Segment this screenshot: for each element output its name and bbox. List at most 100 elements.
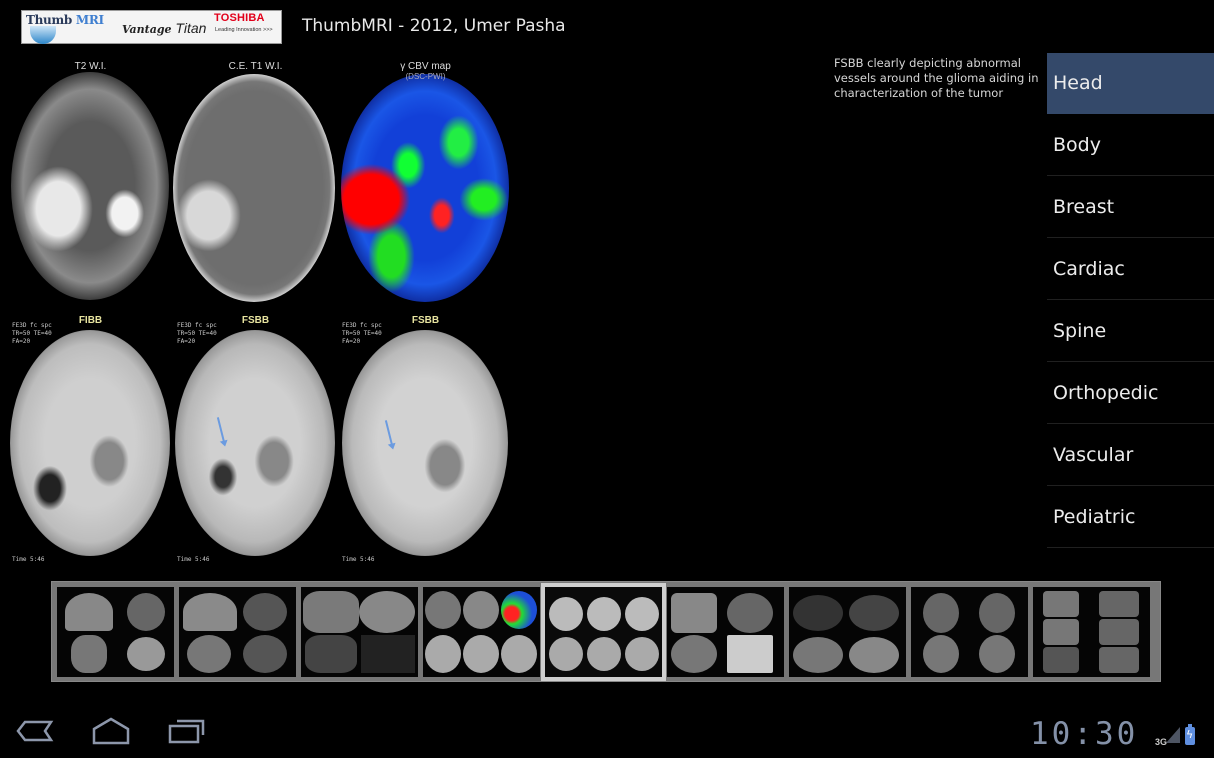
menu-item-spine[interactable]: Spine [1047,301,1214,362]
thumbnail[interactable] [179,586,296,677]
thumbnail-scan [923,634,959,673]
thumbnail-scan [65,592,113,631]
back-button[interactable] [16,719,54,747]
image-caption: FSBB clearly depicting abnormal vessels … [834,56,1039,100]
thumbnail-scan [793,594,843,631]
thumbnail-gallery[interactable] [51,581,1161,682]
thumbnail-scan [187,634,231,673]
thumbnail-scan [849,594,899,631]
brain-slice [10,330,170,556]
thumbnail-scan [127,592,165,631]
scan-parameters: FE3D fc spc TR=50 TE=40 FA=20 [177,322,217,345]
menu-item-pediatric[interactable]: Pediatric [1047,487,1214,548]
recent-apps-button[interactable] [168,718,206,748]
thumbnail-scan [549,636,583,671]
thumbnail-scan [979,592,1015,633]
thumbnail-scan [127,636,165,671]
scan-time: Time 5:46 [177,556,210,563]
clock[interactable]: 10:30 [1030,716,1138,752]
menu-item-head[interactable]: Head [1047,53,1214,114]
back-icon [16,720,54,742]
app-title: ThumbMRI - 2012, Umer Pasha [302,16,566,36]
brain-slice [173,74,335,302]
scan-parameters: FE3D fc spc TR=50 TE=40 FA=20 [342,322,382,345]
menu-item-cardiac[interactable]: Cardiac [1047,239,1214,300]
thumbnail-scan [359,590,415,633]
thumbnail[interactable] [911,586,1028,677]
battery-charging-icon [1185,724,1195,745]
menu-item-orthopedic[interactable]: Orthopedic [1047,363,1214,424]
scan-fsbb-2: FSBB FE3D fc spc TR=50 TE=40 FA=20 Time … [338,312,513,567]
menu-item-vascular[interactable]: Vascular [1047,425,1214,486]
thumbnail-scan [305,634,357,673]
scan-cbv-map: γ CBV map (DSC-PWI) [338,60,513,305]
thumbnail-scan [1099,590,1139,617]
signal-icon [1166,727,1180,743]
thumbnail[interactable] [1033,586,1150,677]
thumbnail-scan [425,634,461,673]
thumbnail-scan [625,636,659,671]
brain-slice [11,72,169,300]
perfusion-map [341,74,509,302]
thumbnail-scan [463,590,499,629]
thumbnail-scan [727,592,773,633]
scan-ce-t1-wi: C.E. T1 W.I. [173,60,338,305]
thumbnail-scan [1043,618,1079,645]
toshiba-logo: TOSHIBA [214,12,265,24]
thumbnail-scan [671,634,717,673]
logo-banner: Thumb MRI Vantage Titan TOSHIBA Leading … [21,10,282,44]
scan-label: C.E. T1 W.I. [228,61,283,72]
vantage-titan-logo: Vantage Titan [122,20,206,36]
thumbnail[interactable] [301,586,418,677]
thumbmri-logo-icon [30,26,56,44]
mri-image[interactable]: T2 W.I. C.E. T1 W.I. γ CBV map (DSC-PWI)… [8,60,513,570]
thumbnail[interactable] [57,586,174,677]
thumbnail-scan [303,590,359,633]
thumbnail-scan [463,634,499,673]
thumbnail-scan [243,634,287,673]
recent-apps-icon [168,719,205,744]
scan-time: Time 5:46 [12,556,45,563]
menu-item-body[interactable]: Body [1047,115,1214,176]
scan-sublabel: (DSC-PWI) [405,72,446,81]
thumbnail-scan [549,596,583,631]
thumbnail-scan [501,634,537,673]
home-button[interactable] [91,717,131,749]
scan-time: Time 5:46 [342,556,375,563]
scan-fibb: FIBB FE3D fc spc TR=50 TE=40 FA=20 Time … [8,312,173,567]
logo-mri-text: MRI [75,13,104,27]
thumbnail-scan [625,596,659,631]
thumbnail-scan [979,634,1015,673]
thumbnail-selected[interactable] [541,582,666,681]
toshiba-tagline: Leading Innovation >>> [215,27,273,33]
scan-label: γ CBV map [400,61,451,72]
logo-vantage-text: Vantage [122,23,172,36]
menu-item-breast[interactable]: Breast [1047,177,1214,238]
thumbnail-scan [425,590,461,629]
thumbnail-scan [1099,646,1139,673]
scan-fsbb-1: FSBB FE3D fc spc TR=50 TE=40 FA=20 Time … [173,312,338,567]
brain-slice [175,330,335,556]
thumbnail-scan [1043,590,1079,617]
thumbnail-scan [183,592,237,631]
thumbnail[interactable] [667,586,784,677]
thumbnail-scan [727,634,773,673]
thumbnail[interactable] [423,586,540,677]
thumbnail[interactable] [789,586,906,677]
home-icon [92,717,130,745]
scan-t2-wi: T2 W.I. [8,60,173,305]
category-menu: Head Body Breast Cardiac Spine Orthopedi… [1047,53,1214,548]
thumbnail-scan [71,634,107,673]
thumbnail-scan [1043,646,1079,673]
thumbnail-scan [923,592,959,633]
scan-label: T2 W.I. [74,61,107,72]
thumbnail-scan [587,636,621,671]
brain-slice [342,330,508,556]
thumbnail-scan [587,596,621,631]
scan-parameters: FE3D fc spc TR=50 TE=40 FA=20 [12,322,52,345]
thumbnail-scan [361,634,415,673]
logo-titan-text: Titan [175,20,207,36]
thumbnail-scan [1099,618,1139,645]
thumbnail-scan [501,590,537,629]
thumbnail-scan [243,592,287,631]
